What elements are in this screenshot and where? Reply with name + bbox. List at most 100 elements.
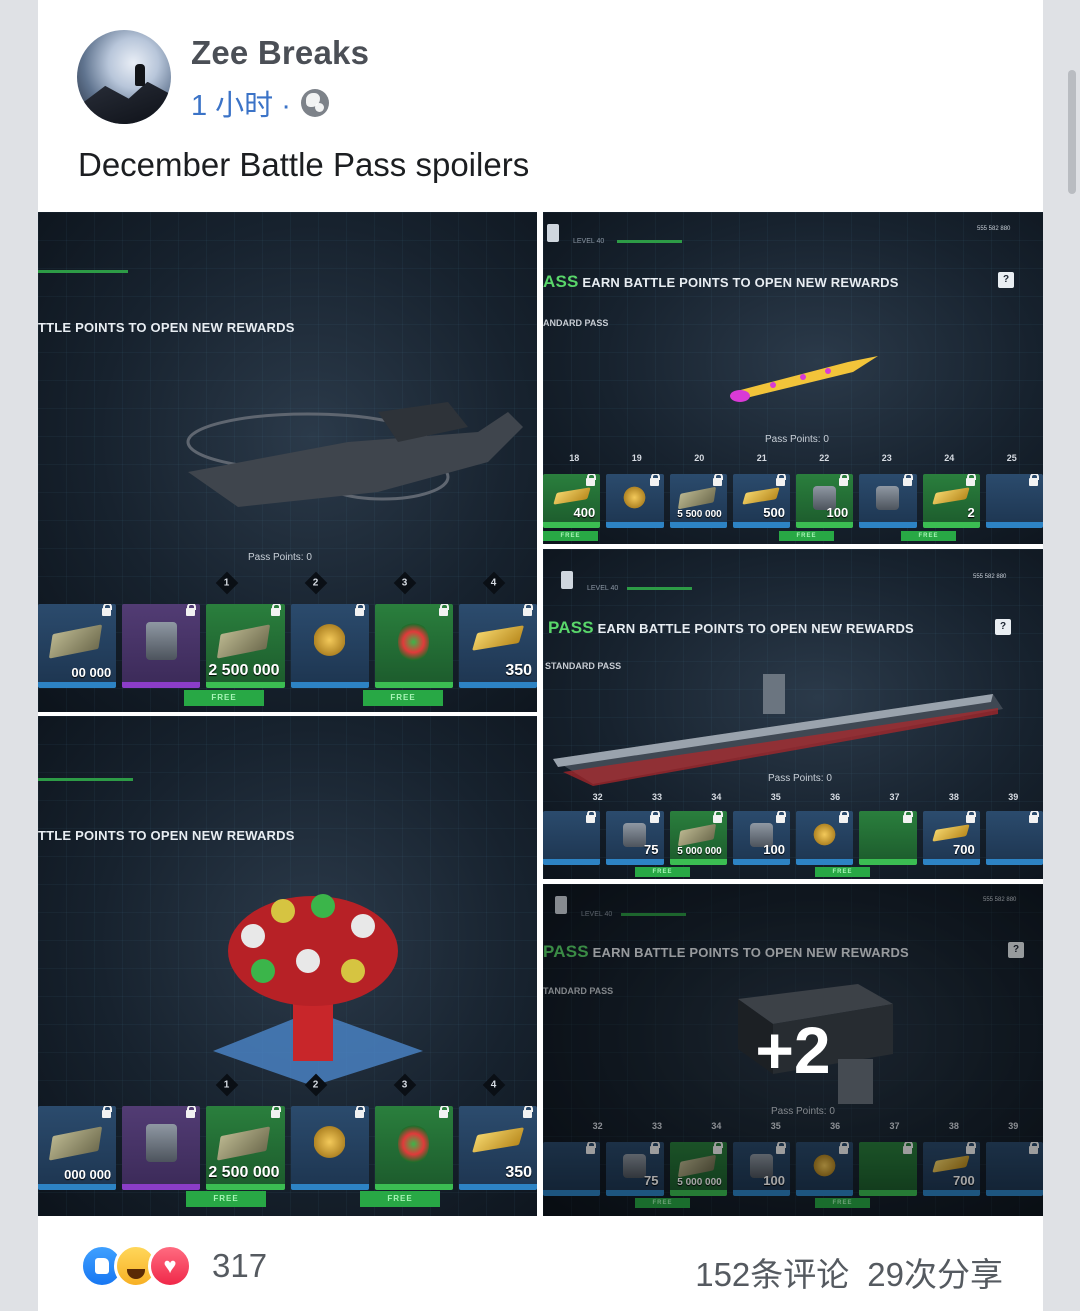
reaction-count: 317 (212, 1247, 268, 1284)
pass-points: Pass Points: 0 (248, 552, 312, 563)
share-count[interactable]: 29次分享 (867, 1248, 1003, 1296)
reward-item[interactable]: 5 000 000 (669, 811, 727, 865)
reward-item[interactable] (290, 604, 369, 688)
reward-item[interactable]: 400 (543, 474, 601, 528)
reward-qty: 00 000 (71, 665, 112, 680)
reward-item[interactable] (374, 1106, 453, 1190)
reward-item[interactable] (859, 474, 917, 528)
reward-item[interactable]: 700 (922, 811, 980, 865)
reward-item[interactable]: 75 (606, 811, 664, 865)
reward-item[interactable]: 350 (458, 604, 537, 688)
photo-2[interactable]: TTLE POINTS TO OPEN NEW REWARDS 1 2 3 4 … (38, 716, 537, 1216)
reactions-summary[interactable]: 317 (80, 1244, 267, 1288)
pass-tier: STANDARD PASS (545, 661, 622, 671)
lock-icon (102, 604, 113, 616)
player-level: LEVEL 40 (587, 585, 619, 592)
lock-icon (186, 604, 197, 616)
helicopter-image (186, 402, 523, 507)
reward-item[interactable]: 500 (732, 474, 790, 528)
tier-marker: 22 (819, 453, 830, 463)
lock-icon (523, 1106, 534, 1118)
pass-tier: ANDARD PASS (543, 318, 609, 328)
tier-marker: 18 (569, 453, 580, 463)
reward-item[interactable] (374, 604, 453, 688)
progress-bar (617, 240, 682, 243)
avatar-mountain (77, 81, 171, 124)
tier-markers: 1 2 3 4 (183, 571, 537, 595)
photo-4[interactable]: LEVEL 40 555 582 880 PASS EARN BATTLE PO… (543, 549, 1043, 879)
reward-item[interactable] (859, 811, 917, 865)
lock-icon (965, 811, 976, 823)
photo-3[interactable]: LEVEL 40 555 582 880 ASS EARN BATTLE POI… (543, 212, 1043, 544)
reward-item[interactable] (122, 1106, 201, 1190)
post-time[interactable]: 1 小时 · (191, 82, 291, 124)
author-name[interactable]: Zee Breaks (191, 34, 369, 72)
post-text: December Battle Pass spoilers (78, 146, 530, 183)
reward-item[interactable]: 00 000 (38, 604, 117, 688)
reward-item[interactable] (796, 811, 854, 865)
reward-item[interactable]: 2 500 000 (206, 604, 285, 688)
lock-icon (649, 474, 660, 486)
globe-icon (300, 89, 329, 117)
tier-marker: 2 (304, 571, 328, 595)
scrollbar[interactable] (1068, 70, 1076, 194)
reward-row: 75 5 000 000 100 700 (543, 811, 1043, 865)
reward-item[interactable]: 5 500 000 (669, 474, 727, 528)
reward-qty: 000 000 (64, 1167, 112, 1182)
reward-row: 400 5 500 000 500 100 2 (543, 474, 1043, 528)
reward-qty: 700 (953, 842, 975, 857)
reward-item[interactable]: 2 500 000 (206, 1106, 285, 1190)
photo-5[interactable]: LEVEL 40 555 582 880 PASS EARN BATTLE PO… (543, 884, 1043, 1216)
progress-bar (38, 778, 133, 781)
comment-count[interactable]: 152条评论 (695, 1248, 849, 1296)
lock-icon (438, 604, 449, 616)
help-button[interactable]: ? (998, 272, 1014, 288)
lock-icon (354, 604, 365, 616)
aircraft-carrier-image (553, 674, 1003, 786)
lock-icon (776, 811, 786, 823)
tier-marker: 3 (393, 571, 417, 595)
reward-item[interactable] (543, 811, 601, 865)
reward-item[interactable] (985, 811, 1043, 865)
lock-icon (270, 604, 281, 616)
reward-qty: 2 500 000 (208, 1164, 280, 1181)
reward-item[interactable]: 000 000 (38, 1106, 117, 1190)
more-photos-overlay[interactable]: +2 (543, 884, 1043, 1216)
help-button[interactable]: ? (995, 619, 1011, 635)
photo-header: ASS EARN BATTLE POINTS TO OPEN NEW REWAR… (543, 272, 899, 291)
reward-item[interactable]: 100 (732, 811, 790, 865)
reward-item[interactable]: 100 (796, 474, 854, 528)
free-tag: FREE (901, 531, 956, 541)
tier-marker: 1 (216, 571, 239, 595)
lock-icon (1029, 811, 1039, 823)
engagement-stats: 152条评论 29次分享 (695, 1248, 1003, 1296)
reward-item[interactable] (290, 1106, 369, 1190)
photo-1[interactable]: TTLE POINTS TO OPEN NEW REWARDS Pass Poi… (38, 212, 537, 712)
reward-item[interactable] (606, 474, 664, 528)
free-tag: FREE (815, 867, 870, 877)
tier-marker: 37 (889, 792, 900, 802)
tier-marker: 19 (631, 453, 642, 463)
lock-icon (649, 811, 660, 823)
avatar[interactable] (77, 30, 171, 124)
tier-marker: 2 (304, 1073, 328, 1097)
reward-item[interactable] (985, 474, 1043, 528)
rocket-image (730, 356, 878, 402)
free-tag: FREE (186, 1191, 266, 1207)
lock-icon (354, 1106, 365, 1118)
reward-qty: 350 (505, 662, 533, 679)
reward-item[interactable]: 2 (922, 474, 980, 528)
reward-item[interactable] (122, 604, 201, 688)
tier-marker: 3 (393, 1073, 417, 1097)
post-card: Zee Breaks 1 小时 · December Battle Pass s… (38, 0, 1043, 1311)
lock-icon (1029, 474, 1039, 486)
tier-marker: 33 (652, 792, 663, 802)
free-tag: FREE (635, 867, 690, 877)
free-tag: FREE (543, 531, 598, 541)
lock-icon (839, 811, 850, 823)
tier-marker: 21 (756, 453, 767, 463)
reward-item[interactable]: 350 (458, 1106, 537, 1190)
more-photos-count: +2 (755, 1013, 831, 1087)
reward-row: 000 000 2 500 000 350 (38, 1106, 537, 1190)
free-tag: FREE (779, 531, 834, 541)
